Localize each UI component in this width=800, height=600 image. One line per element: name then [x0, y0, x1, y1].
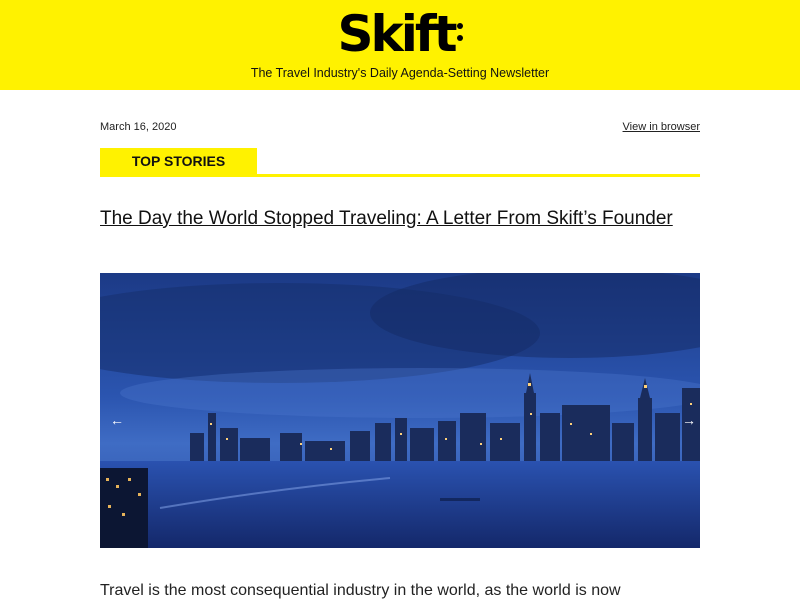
logo-text: Skift: [337, 5, 457, 63]
carousel-prev-arrow-icon[interactable]: ←: [110, 412, 124, 428]
city-skyline-image: [100, 273, 700, 548]
article-hero-image[interactable]: [100, 273, 700, 548]
logo-dots-icon: [456, 17, 463, 47]
section-label: TOP STORIES: [100, 148, 257, 175]
carousel-next-arrow-icon[interactable]: →: [682, 412, 696, 428]
article-excerpt: Travel is the most consequential industr…: [100, 582, 621, 599]
issue-date: March 16, 2020: [100, 121, 177, 133]
skift-logo[interactable]: Skift: [0, 6, 800, 62]
article-headline-link[interactable]: The Day the World Stopped Traveling: A L…: [100, 207, 700, 231]
view-in-browser-link[interactable]: View in browser: [623, 121, 700, 133]
newsletter-tagline: The Travel Industry's Daily Agenda-Setti…: [250, 66, 550, 80]
newsletter-header: Skift The Travel Industry's Daily Agenda…: [0, 0, 800, 90]
